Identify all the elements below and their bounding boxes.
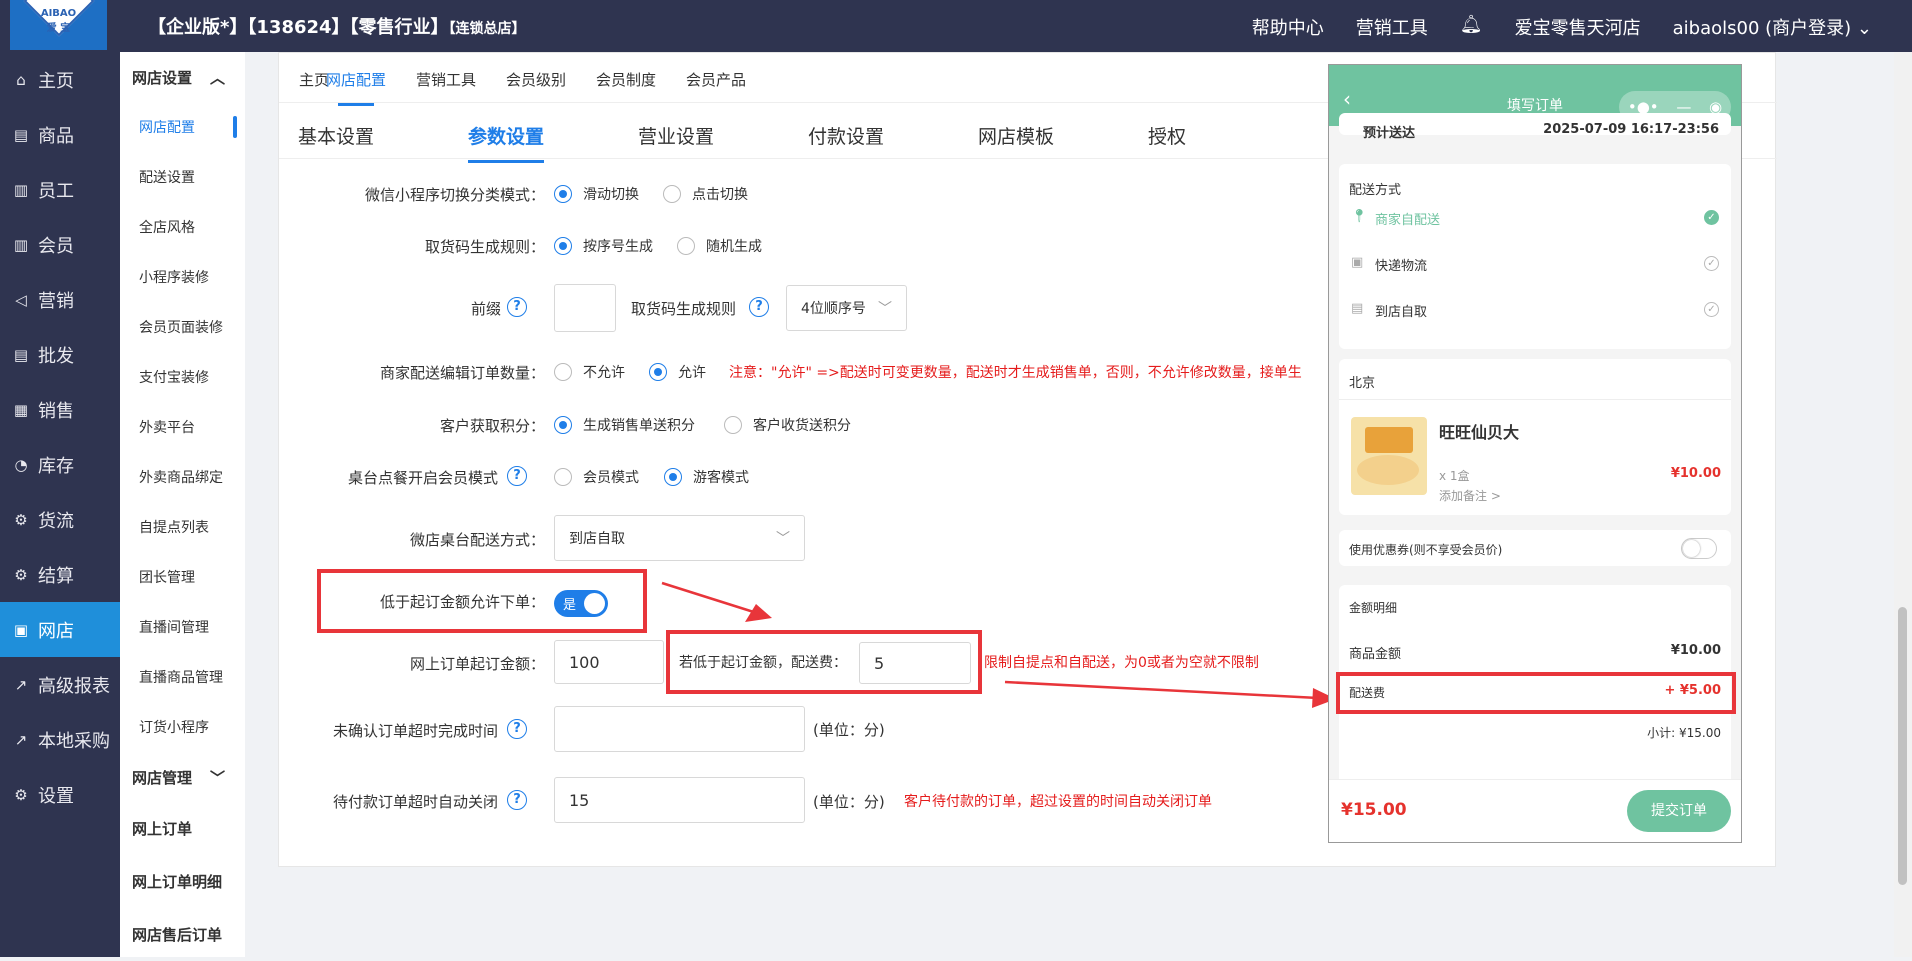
delivery-option[interactable]: 到店自取 bbox=[1375, 301, 1427, 320]
delivery-option-icon: ▤ bbox=[1351, 301, 1364, 316]
coupon-toggle[interactable] bbox=[1681, 538, 1717, 559]
delivery-option[interactable]: 快递物流 bbox=[1375, 255, 1427, 274]
delivery-option-icon: ▣ bbox=[1351, 255, 1364, 270]
delivery-option-icon: 📍︎ bbox=[1351, 209, 1368, 224]
product-card: 北京 旺旺仙贝大 x 1盒 ¥10.00 添加备注 > bbox=[1339, 359, 1731, 515]
coupon-card: 使用优惠券(则不享受会员价) bbox=[1339, 530, 1731, 566]
mobile-preview: ‹ 填写订单 •●• — ◉ 预计送达 2025-07-09 16:17-23:56… bbox=[1328, 64, 1742, 843]
delivery-card: 配送方式 📍︎ 商家自配送 ✓ ▣ 快递物流 ✓ ▤ 到店自取 ✓ bbox=[1339, 164, 1731, 349]
annotation-box bbox=[1336, 672, 1736, 714]
page-scrollbar[interactable] bbox=[1894, 52, 1912, 957]
total-amount: ¥15.00 bbox=[1341, 800, 1407, 820]
check-icon[interactable]: ✓ bbox=[1704, 256, 1719, 271]
add-note-link[interactable]: 添加备注 > bbox=[1439, 487, 1501, 504]
submit-order-button[interactable]: 提交订单 bbox=[1627, 790, 1731, 832]
product-image bbox=[1351, 417, 1427, 495]
mobile-footer: ¥15.00 提交订单 bbox=[1329, 779, 1741, 842]
check-icon[interactable]: ✓ bbox=[1704, 302, 1719, 317]
product-name: 旺旺仙贝大 bbox=[1439, 423, 1520, 442]
product-price: ¥10.00 bbox=[1670, 466, 1721, 481]
check-icon[interactable]: ✓ bbox=[1704, 210, 1719, 225]
eta-card: 预计送达 2025-07-09 16:17-23:56 bbox=[1339, 113, 1731, 141]
subtotal: 小计: ¥15.00 bbox=[1647, 726, 1721, 740]
delivery-option[interactable]: 商家自配送 bbox=[1375, 209, 1440, 228]
